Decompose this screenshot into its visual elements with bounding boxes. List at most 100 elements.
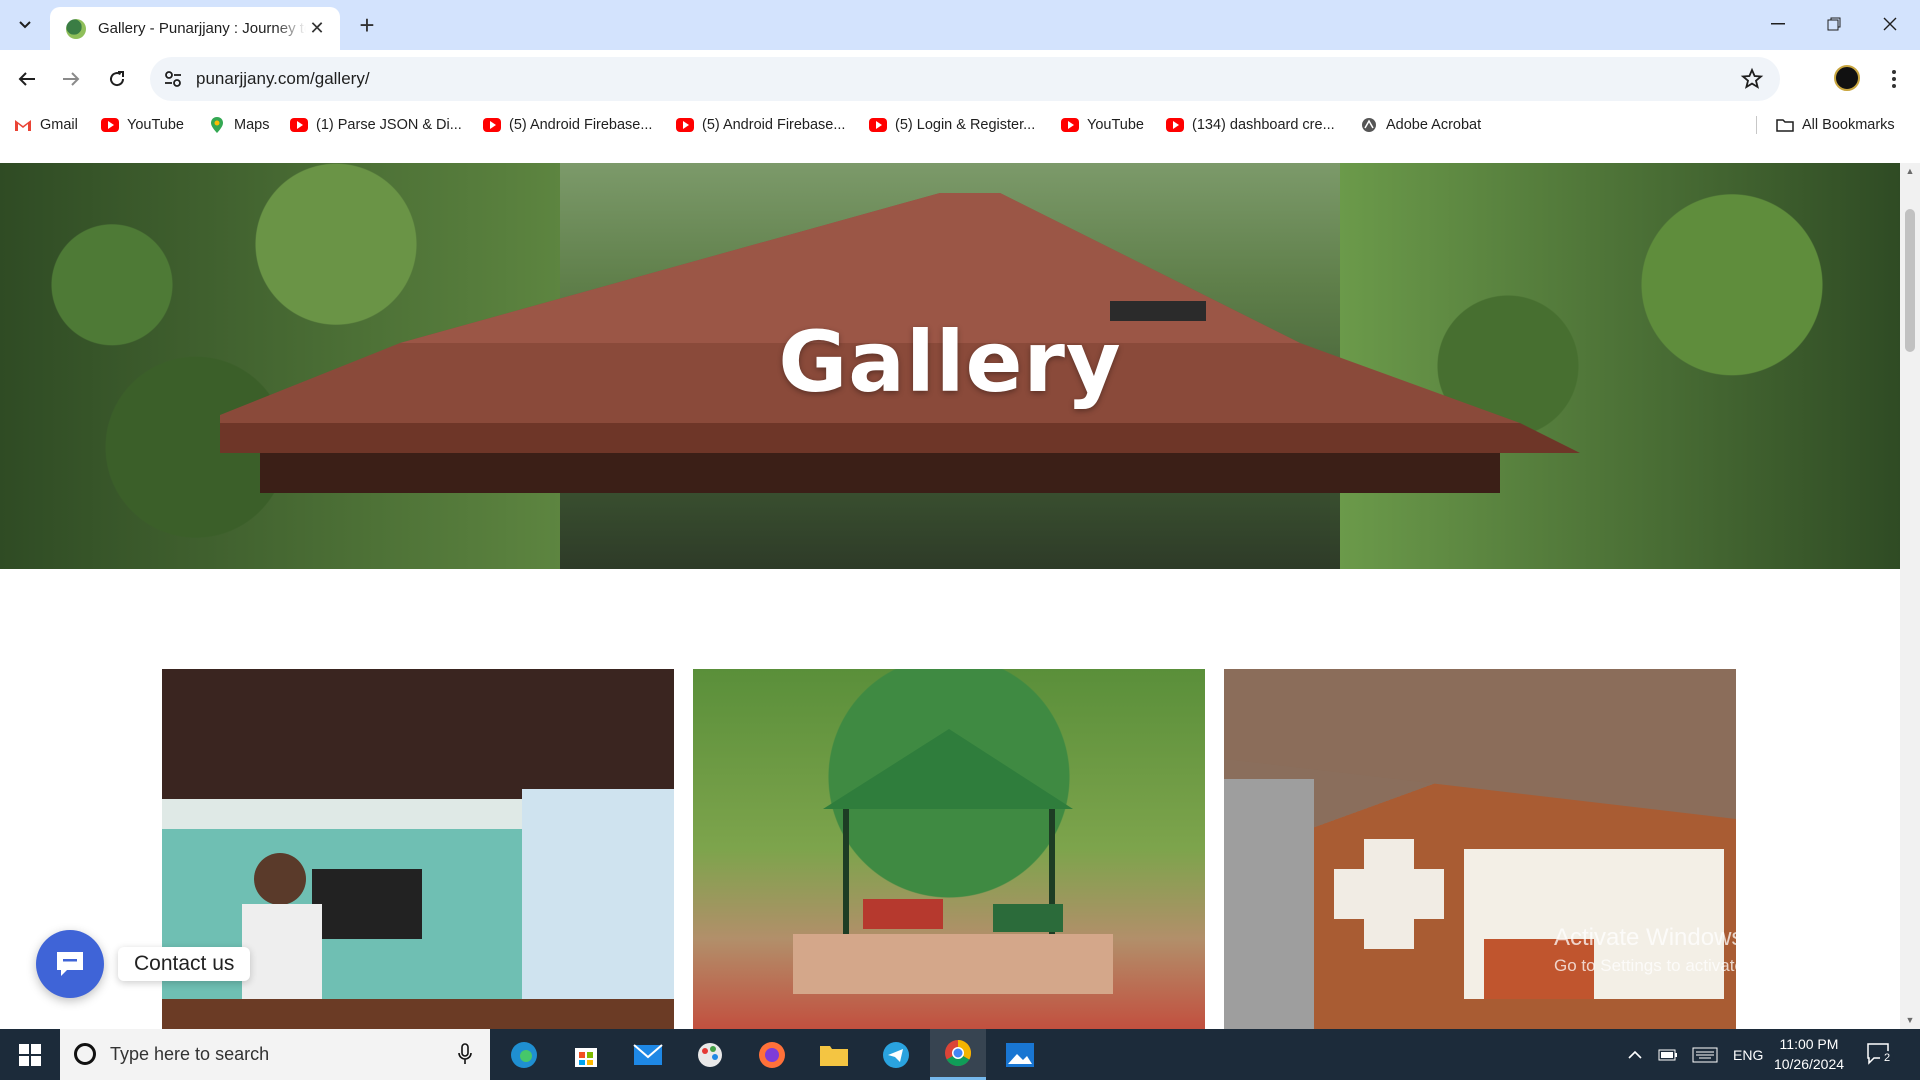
bookmark-adobe-acrobat[interactable]: Adobe Acrobat [1360, 114, 1481, 136]
store-icon [575, 1047, 597, 1067]
tab-search-button[interactable] [10, 10, 40, 40]
gallery-hero-banner: Gallery [0, 163, 1900, 569]
building-photo [1224, 669, 1736, 1029]
chrome-icon [945, 1039, 972, 1067]
paint-icon [698, 1042, 722, 1067]
restore-button[interactable] [1806, 0, 1862, 48]
browser-menu-button[interactable] [1884, 64, 1904, 94]
gmail-icon [14, 118, 32, 132]
clock-date: 10/26/2024 [1773, 1056, 1845, 1072]
youtube-icon [1166, 118, 1184, 132]
firefox-icon [759, 1041, 785, 1068]
battery-status[interactable] [1658, 1029, 1678, 1080]
windows-taskbar: Type here to search ENG 11:00 PM 10/26/2… [0, 1029, 1920, 1080]
action-center-button[interactable]: 2 [1866, 1042, 1894, 1066]
youtube-icon [483, 118, 501, 132]
taskbar-search[interactable]: Type here to search [60, 1029, 490, 1080]
bookmark-login-register[interactable]: (5) Login & Register... [869, 114, 1035, 136]
bookmark-label: Adobe Acrobat [1386, 117, 1482, 133]
web-page: Gallery [0, 163, 1900, 1029]
taskbar-firefox[interactable] [744, 1029, 800, 1080]
bookmark-label: Maps [234, 117, 270, 133]
taskbar-chrome[interactable] [930, 1029, 986, 1080]
reload-icon [110, 71, 125, 87]
scrollbar-thumb[interactable] [1905, 209, 1915, 352]
chat-bubble-icon [57, 952, 83, 976]
folder-icon [1776, 118, 1794, 132]
microphone-icon[interactable] [458, 1043, 472, 1065]
taskbar-edge[interactable] [496, 1029, 552, 1080]
bookmark-label: (134) dashboard cre... [1192, 117, 1335, 133]
notification-count-badge: 2 [1880, 1051, 1894, 1065]
minimize-button[interactable] [1750, 0, 1806, 48]
gallery-image-gazebo[interactable] [693, 669, 1205, 1029]
active-tab[interactable]: Gallery - Punarjjany : Journey to ✕ [50, 7, 340, 50]
new-tab-button[interactable]: + [352, 10, 382, 40]
chevron-down-icon [19, 21, 31, 29]
taskbar-store[interactable] [558, 1029, 614, 1080]
bookmark-dashboard[interactable]: (134) dashboard cre... [1166, 114, 1335, 136]
reload-button[interactable] [102, 64, 132, 94]
gallery-image-laterite-building[interactable] [1224, 669, 1736, 1029]
forward-arrow-icon [63, 72, 80, 86]
forward-button[interactable] [56, 64, 86, 94]
site-settings-icon[interactable] [162, 68, 184, 90]
bookmark-gmail[interactable]: Gmail [14, 114, 78, 136]
page-title: Gallery [778, 313, 1122, 411]
search-placeholder: Type here to search [110, 1044, 270, 1064]
input-language[interactable]: ENG [1733, 1029, 1763, 1080]
bookmark-parse-json[interactable]: (1) Parse JSON & Di... [290, 114, 462, 136]
taskbar-file-explorer[interactable] [806, 1029, 862, 1080]
back-button[interactable] [12, 64, 42, 94]
bookmark-youtube[interactable]: YouTube [101, 114, 184, 136]
close-tab-icon[interactable]: ✕ [306, 18, 328, 39]
youtube-icon [290, 118, 308, 132]
bookmark-label: (5) Android Firebase... [509, 117, 653, 133]
contact-chat-button[interactable] [36, 930, 104, 998]
all-bookmarks-button[interactable]: All Bookmarks [1776, 114, 1895, 136]
address-bar[interactable]: punarjjany.com/gallery/ [150, 57, 1780, 101]
photos-icon [1006, 1042, 1034, 1067]
bookmark-android-firebase-1[interactable]: (5) Android Firebase... [483, 114, 652, 136]
youtube-icon [101, 118, 119, 132]
url-text[interactable]: punarjjany.com/gallery/ [196, 69, 370, 89]
taskbar-mail[interactable] [620, 1029, 676, 1080]
contact-us-label[interactable]: Contact us [118, 947, 251, 981]
gazebo-photo [793, 729, 1113, 994]
taskbar-photos[interactable] [992, 1029, 1048, 1080]
close-window-button[interactable] [1862, 0, 1918, 48]
acrobat-icon [1360, 118, 1378, 132]
tab-title: Gallery - Punarjjany : Journey to [98, 20, 307, 37]
bookmark-label: Gmail [40, 117, 78, 133]
bookmark-label: YouTube [1087, 117, 1144, 133]
bookmarks-divider [1756, 116, 1757, 134]
bookmark-label: YouTube [127, 117, 184, 133]
edge-icon [511, 1041, 537, 1068]
bookmark-youtube-2[interactable]: YouTube [1061, 114, 1144, 136]
bookmark-star-icon[interactable] [1740, 67, 1764, 91]
taskbar-paint[interactable] [682, 1029, 738, 1080]
chevron-up-icon [1628, 1050, 1642, 1059]
battery-icon [1658, 1049, 1677, 1060]
bookmark-android-firebase-2[interactable]: (5) Android Firebase... [676, 114, 845, 136]
show-hidden-icons[interactable] [1628, 1029, 1642, 1080]
minimize-icon [1771, 23, 1785, 25]
taskbar-telegram[interactable] [868, 1029, 924, 1080]
touch-keyboard[interactable] [1692, 1029, 1718, 1080]
restore-icon [1827, 17, 1841, 31]
cortana-icon [74, 1043, 96, 1065]
taskbar-clock[interactable]: 11:00 PM 10/26/2024 [1764, 1034, 1854, 1074]
back-arrow-icon [18, 72, 35, 86]
folder-icon [820, 1045, 848, 1066]
keyboard-icon [1692, 1047, 1718, 1062]
profile-avatar[interactable] [1834, 65, 1860, 91]
bookmark-maps[interactable]: Maps [208, 114, 269, 136]
scroll-down-icon[interactable]: ▼ [1905, 1015, 1915, 1025]
start-button[interactable] [0, 1029, 60, 1080]
page-scrollbar[interactable]: ▲ ▼ [1900, 163, 1920, 1029]
close-icon [1883, 17, 1897, 31]
site-favicon-icon [66, 18, 86, 39]
tab-strip: Gallery - Punarjjany : Journey to ✕ + [0, 0, 1920, 50]
bookmarks-bar: Gmail YouTube Maps (1) Parse JSON & Di..… [0, 110, 1920, 140]
scroll-up-icon[interactable]: ▲ [1905, 166, 1915, 176]
